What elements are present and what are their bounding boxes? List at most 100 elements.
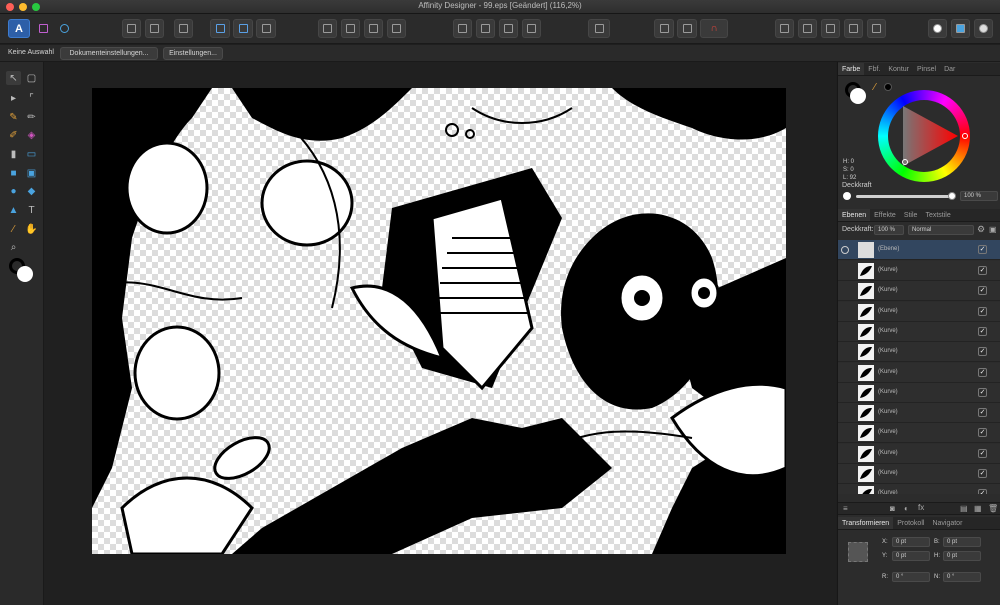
move-tool-icon[interactable]: ↖	[6, 71, 21, 85]
lock-icon[interactable]: ▣	[989, 225, 997, 234]
rectangle-tool-icon[interactable]: ■	[6, 166, 21, 180]
layer-row-root[interactable]: (Ebene) ✓	[838, 240, 1000, 260]
layer-row-curve[interactable]: (Kurve) ✓	[838, 423, 1000, 444]
boolean-xor-icon[interactable]	[844, 19, 863, 38]
layer-opacity-field[interactable]: 100 %	[874, 225, 904, 235]
color-opacity-slider[interactable]	[856, 195, 952, 198]
export-persona-icon[interactable]	[55, 19, 73, 38]
select-geometric-icon[interactable]	[233, 19, 253, 38]
snap-grid-icon[interactable]	[654, 19, 674, 38]
text-tool-icon[interactable]: T	[24, 203, 39, 217]
align-icon[interactable]	[588, 19, 610, 38]
color-picker-tool-icon[interactable]: ⁄	[6, 222, 21, 236]
layers-list[interactable]: (Ebene) ✓ (Kurve) ✓ (Kurve) ✓ (Kurve) ✓ (Kurve…	[838, 238, 1000, 494]
tab-text-styles[interactable]: Textstile	[921, 209, 954, 221]
layers-stack-icon[interactable]: ≡	[843, 504, 848, 513]
layer-row-curve[interactable]: (Kurve) ✓	[838, 261, 1000, 281]
artboard-canvas[interactable]	[92, 88, 786, 554]
artboard-tool-icon[interactable]: ▢	[24, 71, 39, 85]
assistant-icon[interactable]	[928, 19, 947, 38]
transform-origin-icon[interactable]	[256, 19, 276, 38]
color-wheel[interactable]	[878, 90, 970, 182]
arrange-back-icon[interactable]	[318, 19, 337, 38]
ellipse-tool-icon[interactable]: ●	[6, 184, 21, 198]
tab-styles[interactable]: Stile	[900, 209, 922, 221]
preferences-button[interactable]: Einstellungen...	[163, 47, 223, 60]
arrange-backward-icon[interactable]	[341, 19, 360, 38]
layer-row-curve[interactable]: (Kurve) ✓	[838, 321, 1000, 342]
arrange-front-icon[interactable]	[387, 19, 406, 38]
zoom-tool-icon[interactable]: ⌕	[6, 240, 21, 254]
tab-brushes[interactable]: Pinsel	[913, 63, 940, 75]
layer-row-curve[interactable]: (Kurve) ✓	[838, 484, 1000, 494]
fill-tool-icon[interactable]: ◈	[24, 128, 39, 142]
document-settings-button[interactable]: Dokumenteinstellungen...	[60, 47, 158, 60]
layer-row-curve[interactable]: (Kurve) ✓	[838, 464, 1000, 484]
height-field[interactable]: 0 pt	[943, 551, 981, 561]
opacity-slider-handle[interactable]	[948, 192, 956, 200]
canvas-area[interactable]	[44, 62, 836, 605]
layer-visibility-checkbox[interactable]: ✓	[978, 286, 987, 296]
boolean-subtract-icon[interactable]	[798, 19, 817, 38]
rotate-right-icon[interactable]	[522, 19, 541, 38]
add-layer-icon[interactable]: ▤	[960, 504, 968, 513]
share-icon[interactable]	[974, 19, 993, 38]
tab-stroke[interactable]: Kontur	[884, 63, 913, 75]
layer-row-curve[interactable]: (Kurve) ✓	[838, 403, 1000, 424]
shear-field[interactable]: 0 °	[943, 572, 981, 582]
boolean-add-icon[interactable]	[775, 19, 794, 38]
tab-color[interactable]: Farbe	[838, 63, 865, 75]
snapping-icon[interactable]	[174, 19, 193, 38]
rotate-left-icon[interactable]	[499, 19, 518, 38]
layer-row-curve[interactable]: (Kurve) ✓	[838, 443, 1000, 464]
arrange-forward-icon[interactable]	[364, 19, 383, 38]
designer-persona-icon[interactable]: A	[8, 19, 30, 38]
expand-layer-icon[interactable]	[841, 246, 849, 254]
eyedropper-icon[interactable]: ⁄	[874, 82, 876, 93]
tab-effects[interactable]: Effekte	[870, 209, 900, 221]
snap-pixel-icon[interactable]	[677, 19, 697, 38]
tab-appearance[interactable]: Dar	[940, 63, 959, 75]
layer-visibility-checkbox[interactable]: ✓	[978, 469, 987, 478]
layer-row-curve[interactable]: (Kurve) ✓	[838, 382, 1000, 403]
layer-visibility-checkbox[interactable]: ✓	[978, 326, 987, 336]
tab-layers[interactable]: Ebenen	[838, 209, 871, 221]
layer-settings-icon[interactable]: ⚙	[977, 224, 985, 235]
transparency-tool-icon[interactable]: ▮	[6, 147, 21, 161]
triangle-tool-icon[interactable]: ▲	[6, 203, 21, 217]
fx-icon[interactable]: fx	[918, 503, 924, 512]
group-icon[interactable]: ▦	[974, 504, 982, 513]
fill-color-swatch[interactable]	[17, 266, 33, 282]
snapping-magnet-icon[interactable]: ∩	[700, 19, 728, 38]
select-bounds-icon[interactable]	[210, 19, 230, 38]
node-tool-icon[interactable]: ▸	[6, 91, 21, 105]
place-image-tool-icon[interactable]: ▭	[24, 147, 39, 161]
layer-visibility-checkbox[interactable]: ✓	[978, 408, 987, 418]
tab-history[interactable]: Protokoll	[893, 517, 928, 529]
layer-visibility-checkbox[interactable]: ✓	[978, 266, 987, 275]
layer-visibility-checkbox[interactable]: ✓	[978, 367, 987, 377]
anchor-selector-icon[interactable]	[848, 542, 868, 562]
tab-navigator[interactable]: Navigator	[928, 517, 966, 529]
layer-visibility-checkbox[interactable]: ✓	[978, 347, 987, 357]
vector-brush-tool-icon[interactable]: ✐	[6, 128, 21, 142]
tab-transform[interactable]: Transformieren	[838, 517, 894, 529]
layer-visibility-checkbox[interactable]: ✓	[978, 448, 987, 458]
boolean-divide-icon[interactable]	[867, 19, 886, 38]
layer-row-curve[interactable]: (Kurve) ✓	[838, 362, 1000, 383]
shape-tool-icon[interactable]: ◆	[24, 184, 39, 198]
layer-row-curve[interactable]: (Kurve) ✓	[838, 281, 1000, 302]
tab-swatches[interactable]: Fbf.	[864, 63, 884, 75]
pen-tool-icon[interactable]: ✎	[6, 110, 21, 124]
corner-tool-icon[interactable]: ⌜	[24, 91, 39, 105]
rotation-field[interactable]: 0 °	[892, 572, 930, 582]
flip-horizontal-icon[interactable]	[453, 19, 472, 38]
x-field[interactable]: 0 pt	[892, 537, 930, 547]
adjustment-icon[interactable]: ◐	[904, 504, 909, 513]
layer-row-curve[interactable]: (Kurve) ✓	[838, 301, 1000, 322]
boolean-intersect-icon[interactable]	[821, 19, 840, 38]
rounded-rectangle-tool-icon[interactable]: ▣	[24, 166, 39, 180]
document-icon[interactable]	[122, 19, 141, 38]
studio-icon[interactable]	[951, 19, 970, 38]
layer-visibility-checkbox[interactable]: ✓	[978, 428, 987, 438]
